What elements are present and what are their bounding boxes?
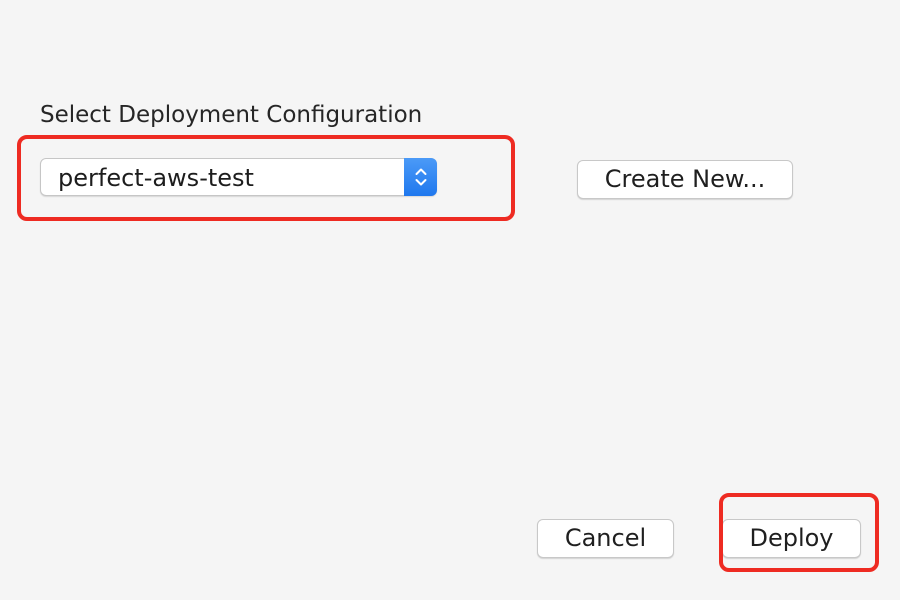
select-highlight-annotation	[17, 135, 515, 221]
create-new-button[interactable]: Create New...	[577, 160, 793, 199]
cancel-button[interactable]: Cancel	[537, 519, 674, 558]
deploy-highlight-annotation	[719, 493, 879, 572]
select-deployment-configuration-label: Select Deployment Configuration	[40, 102, 423, 128]
